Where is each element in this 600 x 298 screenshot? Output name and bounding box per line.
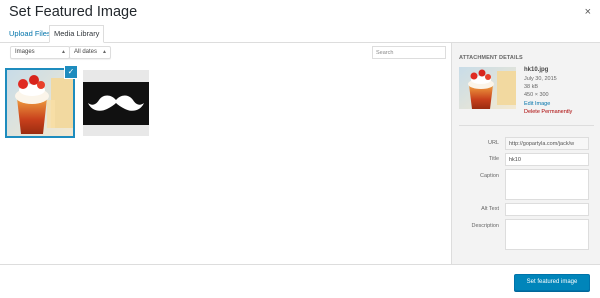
attachment-dimensions: 450 × 300 xyxy=(524,92,549,98)
media-modal: Set Featured Image × Upload Files Media … xyxy=(0,0,600,298)
divider xyxy=(459,125,594,126)
attachment-details-heading: ATTACHMENT DETAILS xyxy=(459,55,523,61)
url-label: URL xyxy=(487,140,499,146)
mustache-image xyxy=(83,70,149,136)
attachment-thumbnail-mustache[interactable] xyxy=(83,70,149,136)
chevron-down-icon: ▲︎ xyxy=(61,49,66,55)
description-field[interactable] xyxy=(505,219,589,250)
attachment-details-sidebar: ATTACHMENT DETAILS hk10.jpg July 30, 201… xyxy=(451,43,600,264)
drink-image xyxy=(7,70,73,136)
date-filter-value: All dates xyxy=(74,49,98,55)
attachment-preview xyxy=(459,67,516,109)
alt-text-label: Alt Text xyxy=(481,206,499,212)
edit-image-link[interactable]: Edit Image xyxy=(524,101,550,107)
alt-text-field[interactable] xyxy=(505,203,589,216)
close-icon[interactable]: × xyxy=(585,6,591,18)
media-type-filter-value: Images xyxy=(15,49,35,55)
drink-preview-image xyxy=(459,67,516,109)
tab-media-library[interactable]: Media Library xyxy=(49,25,105,43)
attachment-filename: hk10.jpg xyxy=(524,67,549,73)
delete-permanently-link[interactable]: Delete Permanently xyxy=(524,109,572,115)
search-input[interactable] xyxy=(372,46,446,59)
attachment-size: 38 kB xyxy=(524,84,539,90)
title-label: Title xyxy=(488,156,499,162)
attachment-thumbnail-drink[interactable]: ✓ xyxy=(5,65,78,138)
caption-field[interactable] xyxy=(505,169,589,200)
attachment-grid: ✓ xyxy=(0,64,451,264)
date-filter[interactable]: All dates ▲︎ xyxy=(69,46,111,59)
description-label: Description xyxy=(471,223,499,229)
media-tabs: Upload Files Media Library xyxy=(0,25,600,43)
caption-label: Caption xyxy=(480,173,499,179)
url-field[interactable]: http://gopartyla.com/jack/w xyxy=(505,137,589,150)
tab-upload-files[interactable]: Upload Files xyxy=(5,26,55,41)
set-featured-image-button[interactable]: Set featured image xyxy=(514,274,590,291)
title-field[interactable] xyxy=(505,153,589,166)
modal-footer: Set featured image xyxy=(0,264,600,298)
attachment-date: July 30, 2015 xyxy=(524,76,557,82)
checkmark-icon[interactable]: ✓ xyxy=(64,65,78,79)
media-type-filter[interactable]: Images ▲︎ xyxy=(10,46,70,59)
modal-title: Set Featured Image xyxy=(9,4,138,20)
chevron-down-icon: ▲︎ xyxy=(102,49,107,55)
